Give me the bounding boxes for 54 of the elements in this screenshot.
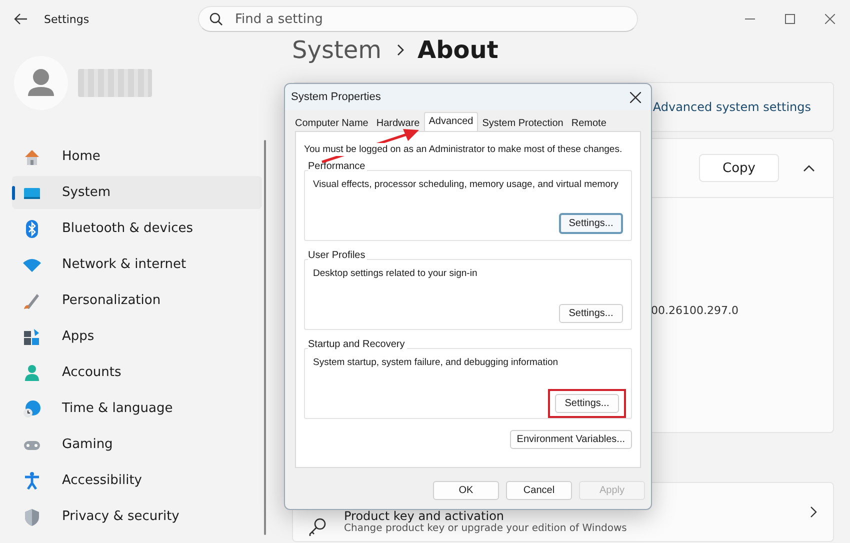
page-title: About (418, 36, 498, 64)
maximize-icon[interactable] (785, 14, 795, 24)
sidebar-item[interactable]: Gaming (12, 428, 262, 461)
shield-icon (22, 506, 42, 526)
person-icon (22, 362, 42, 382)
sidebar-item[interactable]: Personalization (12, 284, 262, 317)
dialog-button[interactable]: OK (433, 481, 499, 500)
chevron-right-icon (809, 506, 817, 518)
environment-variables-button[interactable]: Environment Variables... (510, 430, 632, 449)
back-arrow-icon[interactable] (14, 13, 28, 25)
sidebar-item[interactable]: Privacy & security (12, 500, 262, 533)
search-icon (209, 12, 223, 26)
group-title: Performance (308, 161, 368, 172)
sidebar-item[interactable]: Accessibility (12, 464, 262, 497)
sidebar-item[interactable]: Network & internet (12, 248, 262, 281)
group-title: Startup and Recovery (308, 339, 407, 350)
copy-button[interactable]: Copy (699, 154, 779, 182)
close-icon[interactable] (630, 92, 641, 102)
product-key-subtitle: Change product key or upgrade your edition of Windows (344, 522, 628, 534)
breadcrumb-parent[interactable]: System (292, 36, 382, 64)
advanced-settings-link[interactable]: Advanced system settings (652, 100, 811, 114)
group-description: Desktop settings related to your sign-in (313, 268, 478, 279)
settings-button[interactable]: Settings... (555, 394, 619, 413)
dialog-tab[interactable]: System Protection (478, 116, 568, 131)
chevron-right-icon (396, 44, 404, 56)
sidebar-item[interactable]: Home (12, 140, 262, 173)
admin-notice: You must be logged on as an Administrator to make most of these changes. (304, 143, 622, 156)
sidebar-item[interactable]: System (12, 176, 262, 209)
close-icon[interactable] (825, 14, 835, 24)
dialog-title: System Properties (291, 91, 381, 103)
version-text: 00.26100.297.0 (651, 304, 738, 317)
dialog-tab[interactable]: Advanced (424, 112, 478, 131)
group-title: User Profiles (308, 250, 368, 261)
dialog-tab[interactable]: Computer Name (291, 116, 372, 131)
globe-clock-icon (22, 398, 42, 418)
sidebar-item[interactable]: Bluetooth & devices (12, 212, 262, 245)
search-field[interactable]: Find a setting (198, 6, 638, 32)
group-description: Visual effects, processor scheduling, memory usage, and virtual memory (313, 179, 620, 190)
key-icon (309, 518, 326, 537)
chevron-up-icon[interactable] (803, 164, 815, 172)
settings-button[interactable]: Settings... (559, 304, 623, 323)
apps-icon (22, 326, 42, 346)
accessibility-icon (22, 470, 42, 490)
dialog-tab[interactable]: Hardware (372, 116, 424, 131)
product-key-title: Product key and activation (344, 508, 506, 522)
sidebar-item[interactable]: Apps (12, 320, 262, 353)
group-description: System startup, system failure, and debugging information (313, 357, 560, 368)
dialog-button[interactable]: Cancel (506, 481, 572, 500)
settings-button[interactable]: Settings... (559, 213, 623, 234)
window-title: Settings (44, 12, 90, 26)
dialog-tab[interactable]: Remote (567, 116, 610, 131)
sidebar-item[interactable]: Accounts (12, 356, 262, 389)
avatar-icon (14, 56, 68, 110)
sidebar-item[interactable]: Time & language (12, 392, 262, 425)
